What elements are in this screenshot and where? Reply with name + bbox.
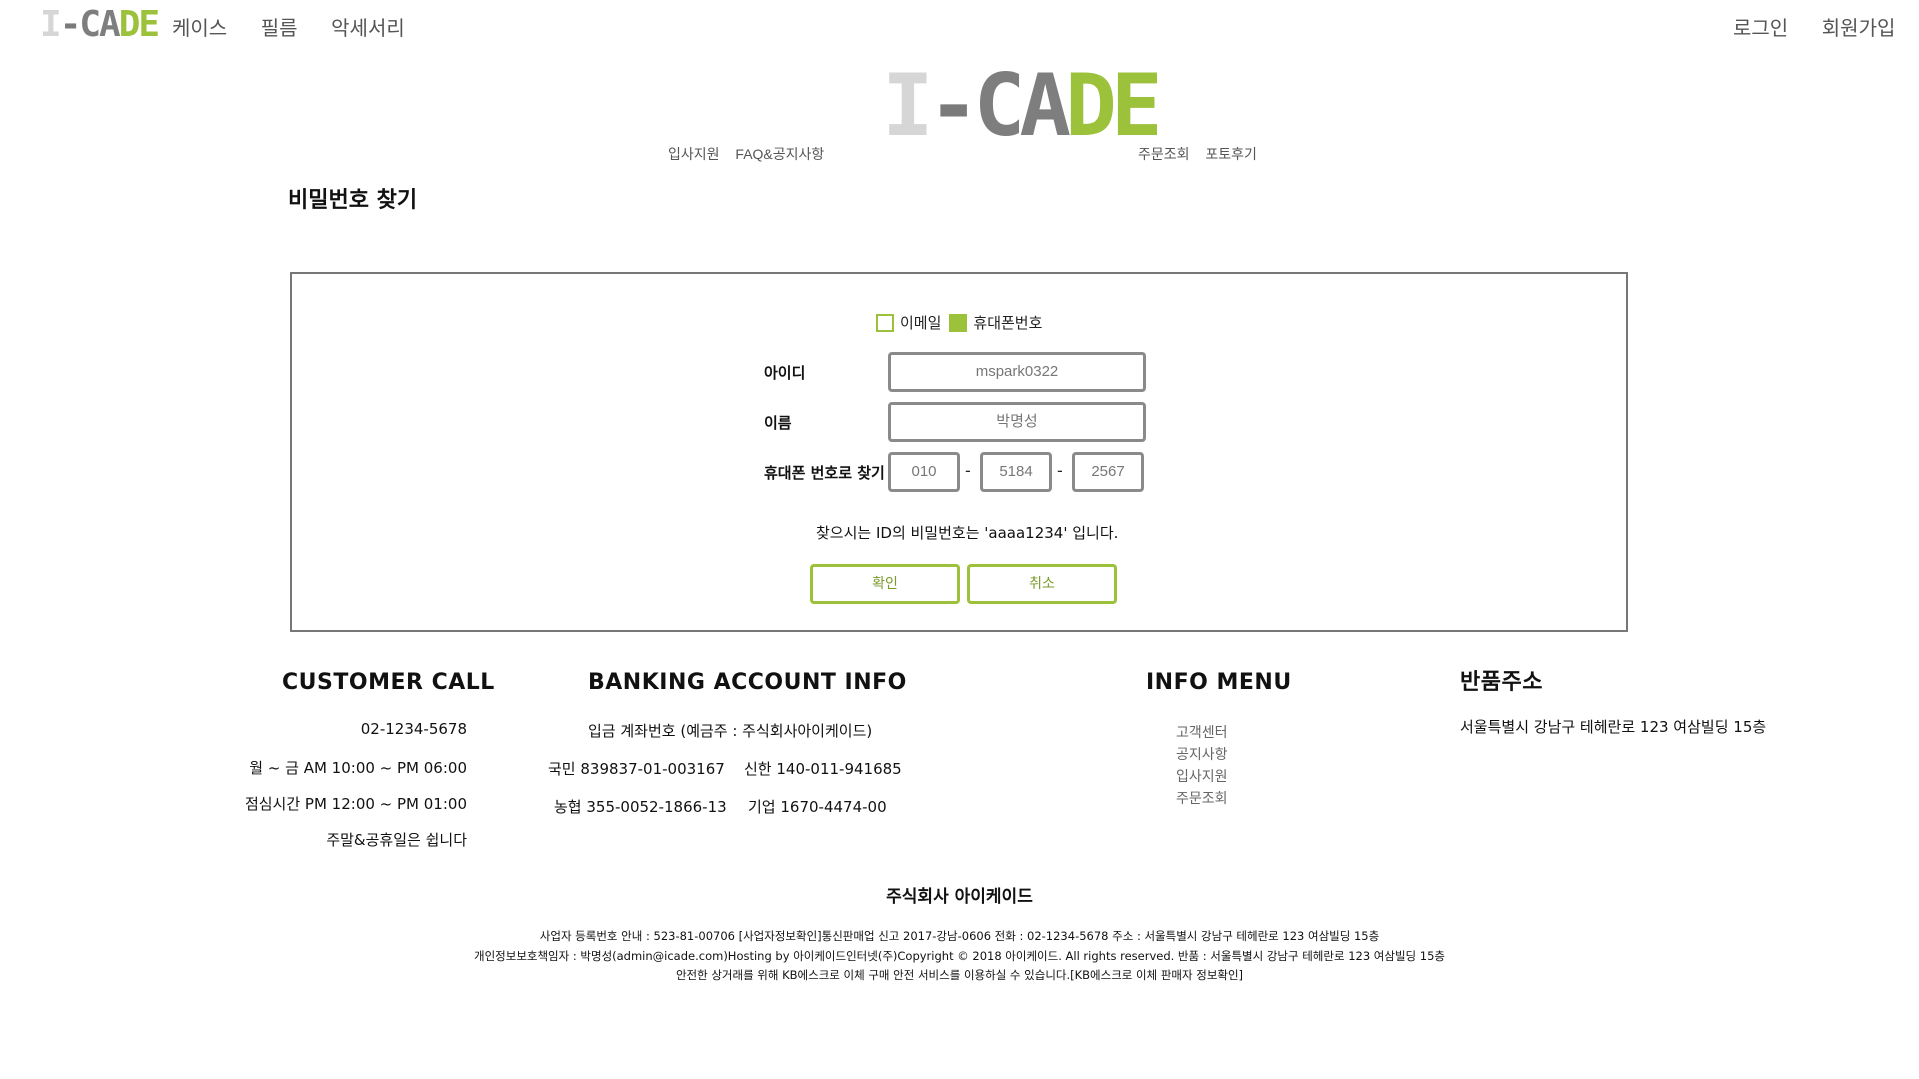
phone-option-label[interactable]: 휴대폰번호	[973, 312, 1042, 333]
account-nonghyup: 농협 355-0052-1866-13	[554, 798, 727, 816]
info-menu-order-lookup[interactable]: 주문조회	[1176, 788, 1228, 808]
header-logo[interactable]: I - CA DE	[40, 3, 160, 45]
find-method-options: 이메일 휴대폰번호	[876, 312, 1050, 333]
big-logo-dash: -	[927, 56, 980, 156]
customer-phone: 02-1234-5678	[360, 720, 467, 738]
big-logo-de: DE	[1065, 56, 1163, 156]
return-address-heading: 반품주소	[1460, 670, 1543, 695]
center-logo[interactable]: I - CA DE	[882, 56, 1163, 156]
cancel-button[interactable]: 취소	[967, 564, 1117, 604]
account-kookmin: 국민 839837-01-003167	[548, 760, 725, 778]
info-menu-notice[interactable]: 공지사항	[1176, 744, 1228, 764]
phone-option-checkbox[interactable]	[949, 313, 968, 332]
email-option-label[interactable]: 이메일	[900, 312, 941, 333]
legal-line-3: 안전한 상거래를 위해 KB에스크로 이체 구매 안전 서비스를 이용하실 수 …	[675, 968, 1244, 982]
phone-part3-input[interactable]: 2567	[1072, 452, 1144, 492]
id-label: 아이디	[764, 364, 806, 382]
page-title: 비밀번호 찾기	[288, 188, 418, 213]
name-label: 이름	[764, 414, 792, 432]
name-input[interactable]: 박명성	[888, 402, 1146, 442]
info-menu-customer-center[interactable]: 고객센터	[1176, 722, 1228, 742]
account-shinhan: 신한 140-011-941685	[744, 760, 902, 778]
phone-separator-2: -	[1057, 461, 1063, 480]
subnav-order-lookup[interactable]: 주문조회	[1138, 146, 1190, 162]
customer-hours: 월 ~ 금 AM 10:00 ~ PM 06:00	[249, 759, 467, 777]
logo-dash: -	[59, 3, 82, 45]
email-option-checkbox[interactable]	[876, 313, 894, 332]
phone-part1-input[interactable]: 010	[888, 452, 960, 492]
company-name: 주식회사 아이케이드	[886, 887, 1033, 907]
customer-call-heading: CUSTOMER CALL	[282, 670, 495, 695]
subnav-faq[interactable]: FAQ&공지사항	[735, 146, 824, 162]
top-nav-right: 로그인 회원가입	[1733, 12, 1895, 41]
phone-part2-input[interactable]: 5184	[980, 452, 1052, 492]
nav-case[interactable]: 케이스	[172, 18, 227, 40]
legal-line-1: 사업자 등록번호 안내 : 523-81-00706 [사업자정보확인]통신판매…	[539, 929, 1380, 943]
logo-ca: CA	[79, 3, 120, 45]
customer-weekend: 주말&공휴일은 쉽니다	[326, 831, 467, 849]
info-menu-heading: INFO MENU	[1146, 670, 1292, 695]
return-address: 서울특별시 강남구 테헤란로 123 여삼빌딩 15층	[1460, 718, 1767, 736]
logo-i: I	[40, 3, 62, 45]
legal-line-2: 개인정보보호책임자 : 박명성(admin@icade.com)Hosting …	[474, 949, 1445, 963]
subnav-careers[interactable]: 입사지원	[668, 146, 720, 162]
phone-separator-1: -	[965, 461, 971, 480]
info-menu-careers[interactable]: 입사지원	[1176, 766, 1228, 786]
id-input[interactable]: mspark0322	[888, 352, 1146, 392]
confirm-button[interactable]: 확인	[810, 564, 960, 604]
phone-label: 휴대폰 번호로 찾기	[764, 464, 885, 482]
customer-lunch: 점심시간 PM 12:00 ~ PM 01:00	[244, 795, 467, 813]
big-logo-ca: CA	[973, 56, 1072, 156]
subnav-photo-review[interactable]: 포토후기	[1205, 146, 1257, 162]
sub-nav-right: 주문조회 포토후기	[1138, 144, 1269, 164]
sub-nav-left: 입사지원 FAQ&공지사항	[668, 144, 836, 164]
banking-depositor: 입금 계좌번호 (예금주 : 주식회사아이케이드)	[588, 722, 873, 740]
big-logo-i: I	[882, 56, 934, 156]
signup-link[interactable]: 회원가입	[1822, 18, 1896, 40]
nav-film[interactable]: 필름	[261, 18, 298, 40]
top-nav-left: 케이스 필름 악세서리	[172, 12, 433, 41]
login-link[interactable]: 로그인	[1733, 18, 1788, 40]
nav-accessory[interactable]: 악세서리	[331, 18, 405, 40]
logo-de: DE	[118, 3, 160, 45]
account-ibk: 기업 1670-4474-00	[748, 798, 887, 816]
result-message: 찾으시는 ID의 비밀번호는 'aaaa1234' 입니다.	[816, 524, 1119, 542]
banking-heading: BANKING ACCOUNT INFO	[588, 670, 907, 695]
